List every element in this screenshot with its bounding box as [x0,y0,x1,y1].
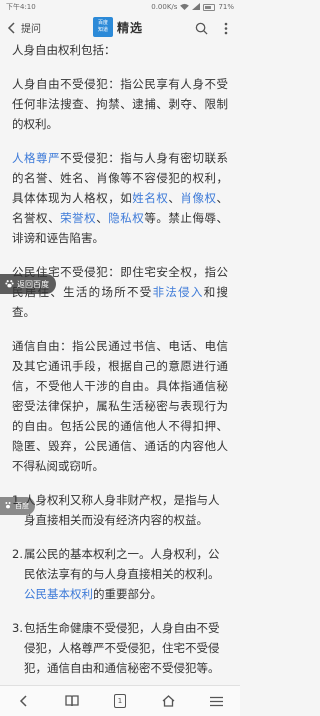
paw-icon [4,501,12,511]
wifi-icon [180,3,190,12]
status-bar: 下午4:10 0.00K/s 71% [0,0,240,14]
bottom-navigation: 1 [0,685,240,716]
network-speed: 0.00K/s [151,3,178,11]
signal-icon [192,2,201,12]
list-text: 人身权利又称人身非财产权，是指与人身直接相关而没有经济内容的权益。 [24,493,220,527]
list-text-tail: 的重要部分。 [93,587,162,601]
status-right: 0.00K/s 71% [151,2,234,12]
logo-line1: 百度 [97,20,108,26]
list-number: 3. [12,621,23,635]
book-icon [65,692,79,711]
paragraph-dignity: 人格尊严不受侵犯：指与人身有密切联系的名誉、姓名、肖像等不容侵犯的权利，具体体现… [12,148,228,248]
page-count: 1 [114,694,126,708]
more-menu-icon[interactable] [220,20,232,39]
nav-bookmarks-button[interactable] [52,686,92,716]
nav-home-button[interactable] [148,686,188,716]
header-actions [195,20,232,39]
link-portrait-right[interactable]: 肖像权 [180,191,216,205]
list-number: 2. [12,547,23,561]
list-item: 2. 属公民的基本权利之一。人身权利，公民依法享有的与人身直接相关的权利。公民基本… [12,544,228,604]
nav-menu-button[interactable] [196,686,236,716]
list-item: 1.人身权利又称人身非财产权，是指与人身直接相关而没有经济内容的权益。 [12,490,228,530]
return-baidu-button[interactable]: 返回百度 [0,274,56,294]
text-segment: 、 [96,211,109,225]
nav-pages-button[interactable]: 1 [100,686,140,716]
back-label[interactable]: 提问 [21,20,41,35]
back-arrow-icon [19,692,29,711]
link-honor-right[interactable]: 荣誉权 [60,211,96,225]
link-illegal-intrusion[interactable]: 非法侵入 [153,285,204,299]
list-text: 属公民的基本权利之一。人身权利，公民依法享有的与人身直接相关的权利。 [24,547,220,581]
logo-line2: 知道 [97,27,108,33]
link-personal-dignity[interactable]: 人格尊严 [12,151,60,165]
battery-icon [203,3,216,11]
paw-icon [5,279,14,290]
home-icon [162,692,175,711]
paragraph-personal-freedom: 人身自由不受侵犯：指公民享有人身不受任何非法搜查、拘禁、逮捕、剥夺、限制的权利。 [12,77,228,131]
return-baidu-label: 返回百度 [17,279,49,289]
nav-back-button[interactable] [4,686,44,716]
logo-title: 精选 [117,21,144,35]
link-name-right[interactable]: 姓名权 [132,191,168,205]
list-body: 属公民的基本权利之一。人身权利，公民依法享有的与人身直接相关的权利。公民基本权利… [24,544,228,604]
baidu-zhidao-logo: 百度 知道 [93,17,113,37]
menu-icon [209,692,223,711]
list-text: 包括生命健康不受侵犯，人身自由不受侵犯，人格尊严不受侵犯，住宅不受侵犯，通信自由… [24,621,220,675]
list-item: 3. 包括生命健康不受侵犯，人身自由不受侵犯，人格尊严不受侵犯，住宅不受侵犯，通信… [12,618,228,678]
answer-content: 人身自由权利包括： 人身自由不受侵犯：指公民享有人身不受任何非法搜查、拘禁、逮捕… [0,40,240,692]
app-header: 提问 百度 知道 精选 [0,14,240,40]
paragraph-intro: 人身自由权利包括： [12,43,116,57]
link-citizen-basic-rights[interactable]: 公民基本权利 [24,587,93,601]
link-privacy-right[interactable]: 隐私权 [108,211,144,225]
battery-level: 71% [218,3,234,11]
paragraph-communication: 通信自由：指公民通过书信、电话、电信及其它通讯手段，根据自己的意愿进行通信，不受… [12,339,228,473]
text-segment: 、 [168,191,181,205]
status-time: 下午4:10 [6,3,36,11]
baidu-float-label: 百度 [15,502,29,510]
summary-list: 1.人身权利又称人身非财产权，是指与人身直接相关而没有经济内容的权益。 2.属公… [12,490,228,678]
back-arrow-icon[interactable] [6,20,18,34]
search-icon[interactable] [195,20,208,39]
baidu-float-tag[interactable]: 百度 [0,497,35,515]
